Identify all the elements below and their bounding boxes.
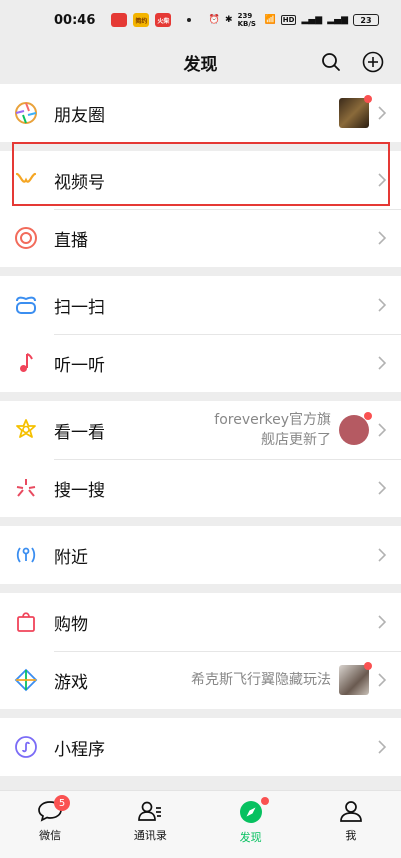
- list-item-label: 听一听: [54, 355, 105, 376]
- network-speed: 239 KB/S: [237, 12, 256, 28]
- list-item-label: 附近: [54, 547, 88, 568]
- unread-badge: 5: [54, 795, 70, 811]
- new-dot: [260, 797, 269, 805]
- chevron-right-icon: [378, 481, 387, 495]
- moments-thumbnail: [339, 95, 372, 128]
- group-channels: 视频号 直播: [0, 151, 401, 267]
- group-nearby: 附近: [0, 526, 401, 584]
- chevron-right-icon: [378, 548, 387, 562]
- notification-app-icon: 火柴: [155, 13, 172, 27]
- list-item-label: 扫一扫: [54, 297, 105, 318]
- page-title: 发现: [183, 54, 218, 75]
- games-icon: [14, 668, 38, 692]
- tab-label: 微信: [39, 829, 62, 842]
- person-icon: [340, 801, 362, 822]
- list-item-top-stories[interactable]: 看一看 foreverkey官方旗 舰店更新了: [0, 401, 401, 459]
- chevron-right-icon: [378, 298, 387, 312]
- hd-icon: HD: [280, 15, 297, 25]
- list-item-label: 游戏: [54, 672, 88, 693]
- tab-label: 发现: [239, 831, 262, 844]
- list-item-live[interactable]: 直播: [0, 209, 401, 267]
- list-item-label: 购物: [54, 614, 88, 635]
- chevron-right-icon: [378, 423, 387, 437]
- alarm-icon: ⏰: [208, 15, 221, 25]
- list-item-search[interactable]: 搜一搜: [0, 459, 401, 517]
- list-item-shopping[interactable]: 购物: [0, 593, 401, 651]
- nearby-icon: [14, 543, 38, 567]
- battery-icon: 23: [353, 14, 379, 26]
- notification-dot: [187, 18, 192, 22]
- group-moments: 朋友圈: [0, 84, 401, 142]
- list-item-label: 看一看: [54, 422, 105, 443]
- tab-label: 通讯录: [133, 829, 167, 842]
- signal-icon: ▂▄▆: [327, 15, 348, 25]
- top-stories-icon: [14, 418, 38, 442]
- note-line: foreverkey官方旗: [214, 412, 331, 428]
- chevron-right-icon: [378, 106, 387, 120]
- notification-app-icon: [111, 13, 128, 27]
- scan-icon: [14, 293, 38, 317]
- discover-list: 朋友圈 视频号 直播 扫一扫 听一听 看一看 foreverkey官方旗 舰店更…: [0, 84, 401, 785]
- group-tools: 扫一扫 听一听: [0, 276, 401, 392]
- chevron-right-icon: [378, 673, 387, 687]
- chevron-right-icon: [378, 740, 387, 754]
- search-button[interactable]: [317, 48, 345, 76]
- list-item-label: 直播: [54, 230, 88, 251]
- games-thumbnail: [339, 662, 372, 695]
- list-item-label: 小程序: [54, 739, 105, 760]
- tab-contacts[interactable]: 通讯录: [100, 791, 200, 858]
- chevron-right-icon: [378, 231, 387, 245]
- header: 发现: [0, 40, 401, 84]
- moments-icon: [14, 101, 38, 125]
- plus-circle-icon: [362, 51, 384, 73]
- list-item-label: 朋友圈: [54, 105, 105, 126]
- games-note: 希克斯飞行翼隐藏玩法: [191, 672, 331, 688]
- new-dot: [364, 95, 372, 103]
- note-line: 舰店更新了: [261, 432, 331, 448]
- tab-label: 我: [345, 829, 357, 842]
- new-dot: [364, 412, 372, 420]
- top-stories-note: foreverkey官方旗 舰店更新了: [214, 410, 331, 450]
- notification-app-icon: 简约: [133, 13, 150, 27]
- contacts-icon: [138, 801, 162, 821]
- tab-discover[interactable]: 发现: [201, 791, 301, 858]
- list-item-listen[interactable]: 听一听: [0, 334, 401, 392]
- status-bar: 00:46 简约 火柴 ⏰ ✱ 239 KB/S 📶 HD ▂▄▆ ▂▄▆ 23: [0, 0, 401, 40]
- list-item-channels[interactable]: 视频号: [0, 151, 401, 209]
- tab-chats[interactable]: 5 微信: [0, 791, 100, 858]
- list-item-moments[interactable]: 朋友圈: [0, 84, 401, 142]
- add-button[interactable]: [359, 48, 387, 76]
- new-dot: [364, 662, 372, 670]
- channels-icon: [14, 168, 38, 192]
- live-icon: [14, 226, 38, 250]
- wifi-icon: 📶: [264, 15, 276, 25]
- search-icon: [14, 476, 38, 500]
- list-item-scan[interactable]: 扫一扫: [0, 276, 401, 334]
- listen-icon: [14, 351, 38, 375]
- mini-programs-icon: [14, 735, 38, 759]
- tab-bar: 5 微信 通讯录 发现 我: [0, 790, 401, 858]
- top-stories-avatar: [339, 412, 372, 445]
- list-item-nearby[interactable]: 附近: [0, 526, 401, 584]
- group-discover: 看一看 foreverkey官方旗 舰店更新了 搜一搜: [0, 401, 401, 517]
- signal-icon: ▂▄▆: [301, 15, 323, 25]
- compass-icon: [239, 801, 262, 823]
- chevron-right-icon: [378, 356, 387, 370]
- list-item-label: 搜一搜: [54, 480, 105, 501]
- list-item-mini-programs[interactable]: 小程序: [0, 718, 401, 776]
- shopping-icon: [14, 610, 38, 634]
- bluetooth-icon: ✱: [225, 15, 233, 25]
- tab-me[interactable]: 我: [301, 791, 401, 858]
- chevron-right-icon: [378, 173, 387, 187]
- list-item-games[interactable]: 游戏 希克斯飞行翼隐藏玩法: [0, 651, 401, 709]
- status-time: 00:46: [54, 12, 96, 28]
- list-item-label: 视频号: [54, 172, 105, 193]
- chevron-right-icon: [378, 615, 387, 629]
- group-shopping: 购物 游戏 希克斯飞行翼隐藏玩法: [0, 593, 401, 709]
- search-icon: [322, 53, 340, 71]
- group-mini-programs: 小程序: [0, 718, 401, 776]
